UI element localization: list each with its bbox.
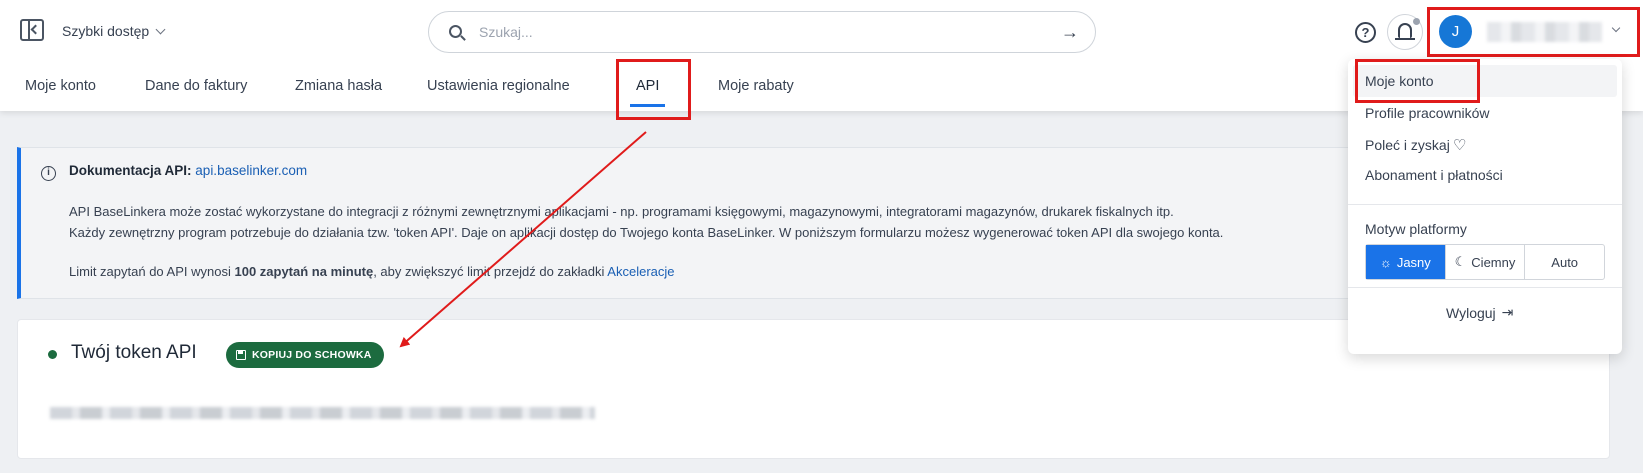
akceleracje-link[interactable]: Akceleracje bbox=[607, 264, 674, 279]
limit-prefix: Limit zapytań do API wynosi bbox=[69, 264, 235, 279]
limit-mid: , aby zwiększyć limit przejdź do zakładk… bbox=[373, 264, 608, 279]
theme-light-label: Jasny bbox=[1396, 254, 1431, 270]
search-bar: → bbox=[428, 11, 1096, 53]
moon-icon: ☾ bbox=[1454, 254, 1467, 269]
tab-ustawienia-regionalne[interactable]: Ustawienia regionalne bbox=[427, 78, 570, 94]
user-menu-button[interactable]: J bbox=[1427, 7, 1640, 57]
limit-value: 100 zapytań na minutę bbox=[234, 264, 374, 279]
quick-access-menu[interactable]: Szybki dostęp bbox=[62, 23, 166, 39]
theme-auto-button[interactable]: Auto bbox=[1525, 245, 1604, 279]
bell-icon bbox=[1395, 23, 1415, 40]
divider bbox=[1348, 204, 1622, 205]
info-line-1: API BaseLinkera może zostać wykorzystane… bbox=[69, 204, 1174, 219]
avatar: J bbox=[1439, 15, 1472, 48]
tab-dane-do-faktury[interactable]: Dane do faktury bbox=[145, 78, 247, 94]
api-token-value-redacted bbox=[50, 407, 595, 419]
api-docs-label: Dokumentacja API: bbox=[69, 163, 192, 178]
sun-icon: ☼ bbox=[1379, 254, 1392, 270]
menu-item-polec-label: Poleć i zyskaj bbox=[1365, 137, 1450, 153]
menu-item-profile-pracownikow[interactable]: Profile pracowników bbox=[1365, 105, 1490, 121]
save-icon bbox=[236, 350, 246, 360]
sidebar-toggle-icon[interactable] bbox=[20, 19, 44, 41]
theme-toggle-group: ☼ Jasny ☾ Ciemny Auto bbox=[1365, 244, 1605, 280]
tab-zmiana-hasla[interactable]: Zmiana hasła bbox=[295, 78, 382, 94]
theme-dark-button[interactable]: ☾ Ciemny bbox=[1446, 245, 1526, 279]
quick-access-label: Szybki dostęp bbox=[62, 23, 150, 39]
tab-moje-rabaty[interactable]: Moje rabaty bbox=[718, 78, 794, 94]
api-docs-title: Dokumentacja API: api.baselinker.com bbox=[69, 163, 307, 178]
copy-button-label: KOPIUJ DO SCHOWKA bbox=[252, 349, 372, 361]
logout-label: Wyloguj bbox=[1446, 304, 1496, 321]
copy-to-clipboard-button[interactable]: KOPIUJ DO SCHOWKA bbox=[226, 342, 384, 368]
theme-auto-label: Auto bbox=[1551, 254, 1579, 270]
menu-item-abonament[interactable]: Abonament i płatności bbox=[1365, 167, 1503, 183]
divider bbox=[1348, 287, 1622, 288]
heart-icon: ♡ bbox=[1452, 137, 1467, 154]
annotation-highlight-moje-konto bbox=[1355, 59, 1480, 103]
theme-light-button[interactable]: ☼ Jasny bbox=[1366, 245, 1446, 279]
info-limit-line: Limit zapytań do API wynosi 100 zapytań … bbox=[69, 264, 675, 279]
notifications-button[interactable] bbox=[1387, 14, 1423, 50]
api-docs-link[interactable]: api.baselinker.com bbox=[195, 163, 307, 178]
chevron-down-icon bbox=[1611, 23, 1621, 33]
menu-item-polec-i-zyskaj[interactable]: Poleć i zyskaj ♡ bbox=[1365, 136, 1466, 154]
search-icon bbox=[449, 25, 462, 38]
arrow-right-icon[interactable]: → bbox=[1061, 23, 1079, 41]
chevron-down-icon bbox=[155, 24, 166, 34]
help-icon[interactable]: ? bbox=[1355, 22, 1376, 43]
theme-label: Motyw platformy bbox=[1365, 221, 1467, 237]
search-input[interactable] bbox=[479, 21, 1039, 43]
logout-button[interactable]: Wyloguj ⇥ bbox=[1446, 304, 1513, 321]
tab-moje-konto[interactable]: Moje konto bbox=[25, 78, 96, 94]
token-title: Twój token API bbox=[71, 342, 197, 363]
annotation-highlight-api-tab bbox=[616, 59, 691, 120]
theme-dark-label: Ciemny bbox=[1471, 254, 1516, 270]
user-name-redacted bbox=[1487, 22, 1602, 42]
status-dot bbox=[48, 350, 57, 359]
notification-dot bbox=[1413, 18, 1420, 25]
info-line-2: Każdy zewnętrzny program potrzebuje do d… bbox=[69, 225, 1224, 240]
info-icon: i bbox=[41, 166, 56, 181]
user-dropdown-menu: Moje konto Profile pracowników Poleć i z… bbox=[1348, 59, 1622, 354]
api-info-box: i Dokumentacja API: api.baselinker.com A… bbox=[17, 147, 1377, 299]
logout-icon: ⇥ bbox=[1501, 304, 1514, 320]
